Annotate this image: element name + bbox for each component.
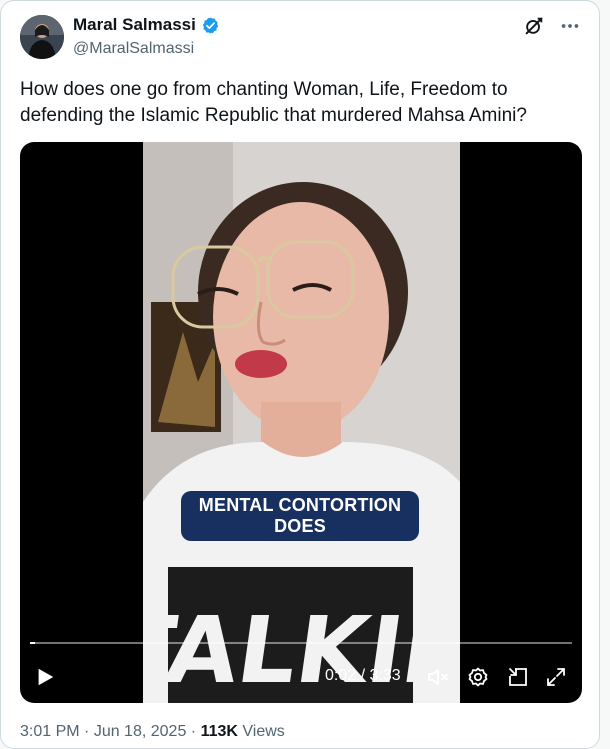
progress-bar[interactable]	[30, 642, 572, 644]
video-player[interactable]: TALKING MENTAL CONTORTION DOES 0:02 / 3:…	[20, 142, 582, 703]
tweet-text: How does one go from chanting Woman, Lif…	[20, 79, 527, 126]
more-icon[interactable]	[559, 15, 581, 37]
author-handle[interactable]: @MaralSalmassi	[73, 40, 194, 58]
grok-icon[interactable]	[523, 15, 545, 37]
video-frame[interactable]: TALKING	[143, 142, 460, 703]
caption-line-1: MENTAL CONTORTION	[198, 495, 402, 515]
avatar[interactable]	[20, 15, 64, 59]
progress-fill	[30, 642, 36, 644]
tweet-card: Maral Salmassi @MaralSalmassi How does o…	[0, 0, 600, 749]
play-icon[interactable]	[34, 666, 56, 688]
video-caption: MENTAL CONTORTION DOES	[181, 491, 419, 541]
video-controls: 0:02 / 3:33	[20, 664, 582, 690]
settings-gear-icon[interactable]	[466, 665, 490, 689]
post-time[interactable]: 3:01 PM	[20, 723, 80, 740]
current-time: 0:02	[325, 667, 357, 684]
tweet-meta: 3:01 PM · Jun 18, 2025 · 113K Views	[20, 723, 285, 740]
duration: 3:33	[369, 667, 401, 684]
video-time: 0:02 / 3:33	[325, 667, 401, 684]
picture-in-picture-icon[interactable]	[506, 665, 530, 689]
views-count[interactable]: 113K	[201, 723, 238, 740]
fullscreen-icon[interactable]	[544, 665, 568, 689]
verified-badge-icon	[202, 16, 219, 34]
views-label: Views	[237, 723, 285, 740]
caption-line-2: DOES	[274, 516, 326, 536]
post-date[interactable]: Jun 18, 2025	[94, 723, 187, 740]
mute-icon[interactable]	[426, 665, 450, 689]
author-name[interactable]: Maral Salmassi	[73, 15, 196, 35]
